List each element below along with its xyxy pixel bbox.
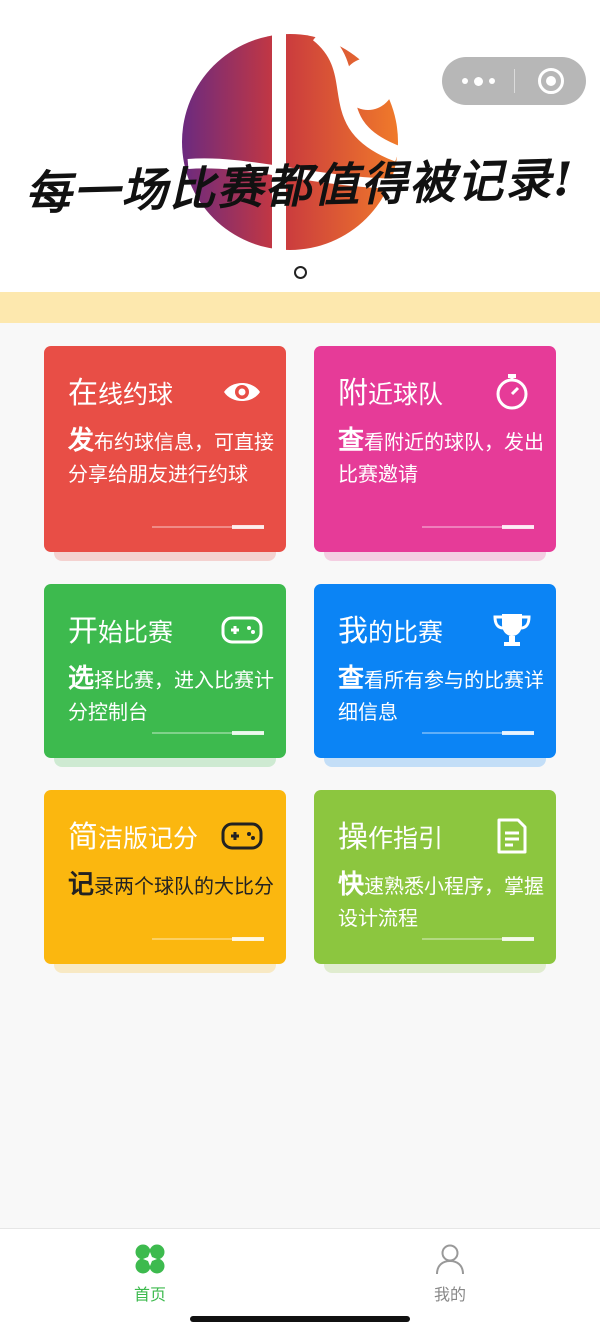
card-simple-score-wrap: 简洁版记分 记录两个球队的大比分 <box>44 790 286 973</box>
card-start-match-wrap: 开始比赛 选择比赛，进入比赛计分控制台 <box>44 584 286 767</box>
card-description: 查看附近的球队，发出比赛邀请 <box>338 426 545 486</box>
card-decor-line <box>152 731 264 735</box>
page: 每一场比赛都值得被记录! 在线约球 发布约球信息，可直接分享给朋友进行约球 附近… <box>0 0 600 1333</box>
trophy-icon <box>490 610 534 650</box>
card-description: 快速熟悉小程序，掌握设计流程 <box>338 870 545 930</box>
card-decor-line <box>422 731 534 735</box>
document-icon <box>490 816 534 856</box>
more-dots-icon[interactable] <box>442 57 514 105</box>
card-description: 查看所有参与的比赛详细信息 <box>338 664 545 724</box>
carousel-dot-active[interactable] <box>293 266 307 279</box>
banner-carousel[interactable]: 每一场比赛都值得被记录! <box>0 0 600 292</box>
card-decor-line <box>422 525 534 529</box>
card-user-guide[interactable]: 操作指引 快速熟悉小程序，掌握设计流程 <box>314 790 556 964</box>
home-indicator <box>190 1316 410 1322</box>
user-icon <box>436 1244 464 1275</box>
home-clover-icon <box>135 1244 165 1274</box>
card-nearby-teams-wrap: 附近球队 查看附近的球队，发出比赛邀请 <box>314 346 556 561</box>
mini-program-close-icon[interactable] <box>515 57 586 105</box>
carousel-indicator <box>0 266 600 279</box>
card-description: 发布约球信息，可直接分享给朋友进行约球 <box>68 426 275 486</box>
card-decor-line <box>422 937 534 941</box>
card-simple-score[interactable]: 简洁版记分 记录两个球队的大比分 <box>44 790 286 964</box>
gamepad-icon <box>220 816 264 856</box>
card-start-match[interactable]: 开始比赛 选择比赛，进入比赛计分控制台 <box>44 584 286 758</box>
card-my-matches[interactable]: 我的比赛 查看所有参与的比赛详细信息 <box>314 584 556 758</box>
card-decor-line <box>152 937 264 941</box>
card-decor-line <box>152 525 264 529</box>
stopwatch-icon <box>490 372 534 412</box>
tab-home[interactable]: 首页 <box>90 1243 210 1305</box>
card-my-matches-wrap: 我的比赛 查看所有参与的比赛详细信息 <box>314 584 556 767</box>
tab-home-label: 首页 <box>133 1285 166 1304</box>
mini-program-capsule <box>442 57 586 105</box>
card-user-guide-wrap: 操作指引 快速熟悉小程序，掌握设计流程 <box>314 790 556 973</box>
card-online-booking-wrap: 在线约球 发布约球信息，可直接分享给朋友进行约球 <box>44 346 286 561</box>
eye-icon <box>220 372 264 412</box>
card-description: 记录两个球队的大比分 <box>68 870 275 900</box>
card-description: 选择比赛，进入比赛计分控制台 <box>68 664 275 724</box>
card-online-booking[interactable]: 在线约球 发布约球信息，可直接分享给朋友进行约球 <box>44 346 286 552</box>
banner-slogan: 每一场比赛都值得被记录! <box>24 151 576 221</box>
card-nearby-teams[interactable]: 附近球队 查看附近的球队，发出比赛邀请 <box>314 346 556 552</box>
notice-strip <box>0 292 600 323</box>
basketball-logo <box>182 24 409 260</box>
tab-mine[interactable]: 我的 <box>390 1243 510 1305</box>
tab-mine-label: 我的 <box>433 1285 466 1304</box>
gamepad-icon <box>220 610 264 650</box>
